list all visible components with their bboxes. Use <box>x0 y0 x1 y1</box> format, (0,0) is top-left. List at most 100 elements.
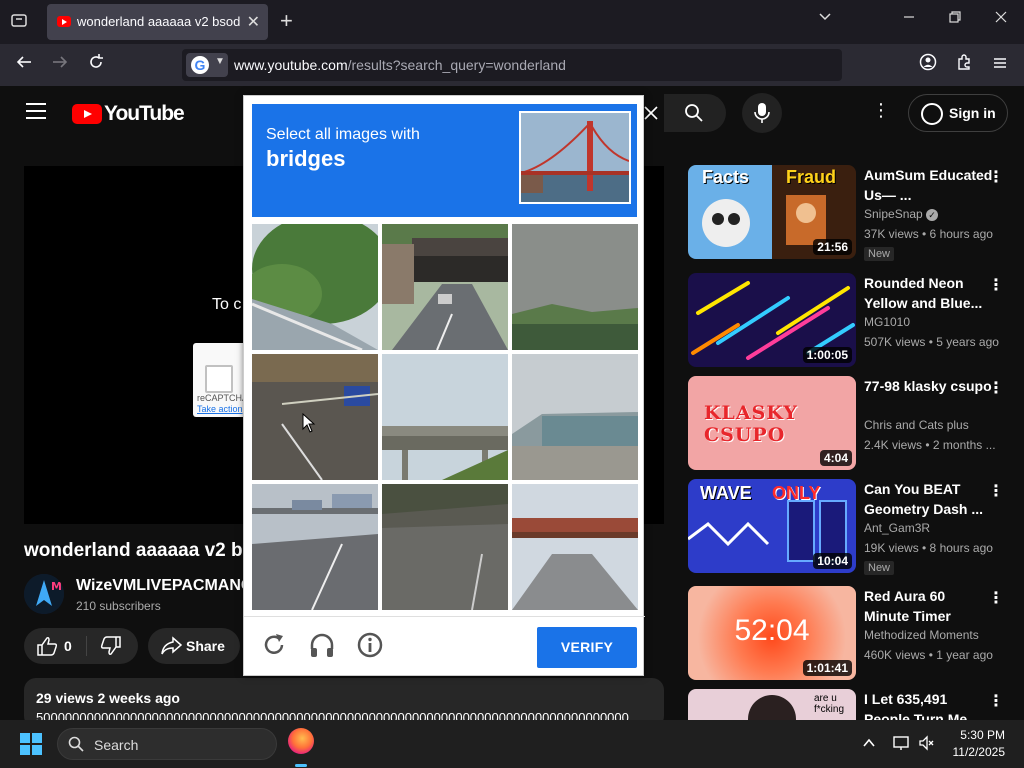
network-icon[interactable] <box>892 734 910 757</box>
extensions-icon[interactable] <box>952 53 976 77</box>
channel-name[interactable]: Ant_Gam3R <box>864 521 930 535</box>
sign-in-button[interactable]: Sign in <box>908 94 1008 132</box>
back-icon[interactable] <box>12 53 36 77</box>
recommendation-item[interactable]: 52:04 1:01:41 Red Aura 60 Minute Timer M… <box>688 586 1008 682</box>
google-icon: G <box>191 56 209 74</box>
recaptcha-action-link[interactable]: Take action <box>197 404 243 414</box>
recaptcha-checkbox[interactable] <box>205 365 233 393</box>
thumbnail-text: ONLY <box>772 483 821 503</box>
share-label: Share <box>186 638 225 654</box>
account-icon[interactable] <box>916 53 940 77</box>
volume-muted-icon[interactable] <box>918 735 934 756</box>
search-engine-selector[interactable]: G ▼ <box>186 53 228 77</box>
video-title[interactable]: Rounded Neon Yellow and Blue... <box>864 273 994 313</box>
taskbar-search-label: Search <box>94 737 139 753</box>
address-bar[interactable]: G ▼ www.youtube.com/results?search_query… <box>182 49 842 81</box>
clock-date[interactable]: 11/2/2025 <box>935 745 1006 759</box>
challenge-tile-3[interactable] <box>512 224 638 350</box>
taskbar-search[interactable]: Search <box>57 728 277 760</box>
tab-list-icon[interactable] <box>8 11 30 33</box>
challenge-tile-1[interactable] <box>252 224 378 350</box>
clear-search-icon[interactable] <box>643 102 663 124</box>
verify-button[interactable]: VERIFY <box>537 627 637 668</box>
dislike-button[interactable] <box>100 636 122 661</box>
forward-icon[interactable] <box>48 53 72 77</box>
thumbnail-text: Facts <box>702 167 750 187</box>
more-actions-icon[interactable]: ⋮ <box>988 275 1004 295</box>
more-actions-icon[interactable]: ⋮ <box>988 378 1004 398</box>
verified-icon: ✓ <box>926 209 939 221</box>
list-all-tabs-icon[interactable] <box>818 10 832 29</box>
more-actions-icon[interactable]: ⋮ <box>988 481 1004 501</box>
minimize-icon[interactable] <box>903 10 915 28</box>
challenge-tile-7[interactable] <box>252 484 378 610</box>
channel-name[interactable]: MG1010 <box>864 315 910 329</box>
video-meta: 507K views • 5 years ago <box>864 335 999 349</box>
close-window-icon[interactable] <box>995 10 1007 28</box>
like-dislike-group: 0 <box>24 628 138 664</box>
video-duration: 21:56 <box>813 239 852 255</box>
menu-icon[interactable] <box>988 53 1012 77</box>
url-text[interactable]: www.youtube.com/results?search_query=won… <box>234 57 566 73</box>
video-title[interactable]: AumSum Educated Us— ... <box>864 165 994 205</box>
url-path: /results?search_query=wonderland <box>347 57 566 73</box>
video-thumbnail[interactable]: 1:00:05 <box>688 273 856 367</box>
youtube-logo-text: YouTube <box>104 102 185 125</box>
challenge-tile-5[interactable] <box>382 354 508 480</box>
video-title[interactable]: I Let 635,491 People Turn Me... <box>864 689 994 720</box>
video-thumbnail[interactable]: Facts Fraud 21:56 <box>688 165 856 259</box>
browser-tab-active[interactable]: wonderland aaaaaa v2 bsod - YouTube ✕ <box>47 4 268 40</box>
more-actions-icon[interactable]: ⋮ <box>988 691 1004 711</box>
show-hidden-icons-icon[interactable] <box>862 736 876 755</box>
video-duration: 1:01:41 <box>802 660 852 676</box>
video-thumbnail[interactable]: 52:04 1:01:41 <box>688 586 856 680</box>
reload-icon[interactable] <box>84 53 108 77</box>
video-thumbnail[interactable]: KLASKY CSUPO 4:04 <box>688 376 856 470</box>
hamburger-menu-icon[interactable] <box>26 103 46 119</box>
audio-challenge-icon[interactable] <box>308 631 338 661</box>
recommendation-item[interactable]: WAVE ONLY 10:04 Can You BEAT Geometry Da… <box>688 479 1008 575</box>
more-actions-icon[interactable]: ⋮ <box>988 167 1004 187</box>
thumbnail-text: Fraud <box>786 167 837 187</box>
video-duration: 1:00:05 <box>802 347 852 363</box>
thumbnail-text: KLASKY CSUPO <box>704 402 798 446</box>
recaptcha-brand: reCAPTCHA <box>197 393 249 403</box>
channel-name[interactable]: Methodized Moments <box>864 628 979 642</box>
svg-text:M: M <box>51 580 62 593</box>
more-actions-icon[interactable]: ⋮ <box>988 588 1004 608</box>
recommendation-item[interactable]: KLASKY CSUPO 4:04 77-98 klasky csupo Chr… <box>688 376 1008 472</box>
windows-start-icon[interactable] <box>20 733 42 755</box>
video-title[interactable]: Can You BEAT Geometry Dash ... <box>864 479 994 519</box>
channel-name[interactable]: Chris and Cats plus <box>864 418 969 432</box>
video-thumbnail[interactable]: are u f*cking <box>688 689 856 720</box>
channel-name[interactable]: SnipeSnap ✓ <box>864 207 939 221</box>
clock-time[interactable]: 5:30 PM <box>945 728 1005 742</box>
recommendation-item[interactable]: 1:00:05 Rounded Neon Yellow and Blue... … <box>688 273 1008 369</box>
voice-search-button[interactable] <box>742 93 782 133</box>
challenge-tile-8[interactable] <box>382 484 508 610</box>
restore-icon[interactable] <box>949 10 961 28</box>
challenge-tile-9[interactable] <box>512 484 638 610</box>
like-button[interactable] <box>36 636 58 661</box>
like-count: 0 <box>64 638 72 654</box>
new-badge: New <box>864 247 895 261</box>
recommendation-item[interactable]: Facts Fraud 21:56 AumSum Educated Us— ..… <box>688 165 1008 261</box>
challenge-tile-2[interactable] <box>382 224 508 350</box>
settings-kebab-icon[interactable]: ⋮ <box>872 100 890 121</box>
tab-close-icon[interactable]: ✕ <box>247 12 260 32</box>
video-title[interactable]: Red Aura 60 Minute Timer <box>864 586 994 626</box>
active-app-indicator <box>295 764 307 767</box>
firefox-taskbar-icon[interactable] <box>288 728 314 754</box>
subscriber-count: 210 subscribers <box>76 599 161 613</box>
recommendation-item[interactable]: are u f*cking I Let 635,491 People Turn … <box>688 689 1008 720</box>
search-button[interactable] <box>664 94 726 132</box>
new-tab-icon[interactable]: + <box>280 8 293 34</box>
channel-avatar[interactable]: M <box>24 574 64 614</box>
video-title[interactable]: 77-98 klasky csupo <box>864 376 994 396</box>
challenge-tile-6[interactable] <box>512 354 638 480</box>
info-icon[interactable] <box>356 631 386 661</box>
channel-name[interactable]: WizeVMLIVEPACMANC <box>76 577 252 595</box>
reload-challenge-icon[interactable] <box>260 631 290 661</box>
video-thumbnail[interactable]: WAVE ONLY 10:04 <box>688 479 856 573</box>
share-button[interactable]: Share <box>148 628 240 664</box>
